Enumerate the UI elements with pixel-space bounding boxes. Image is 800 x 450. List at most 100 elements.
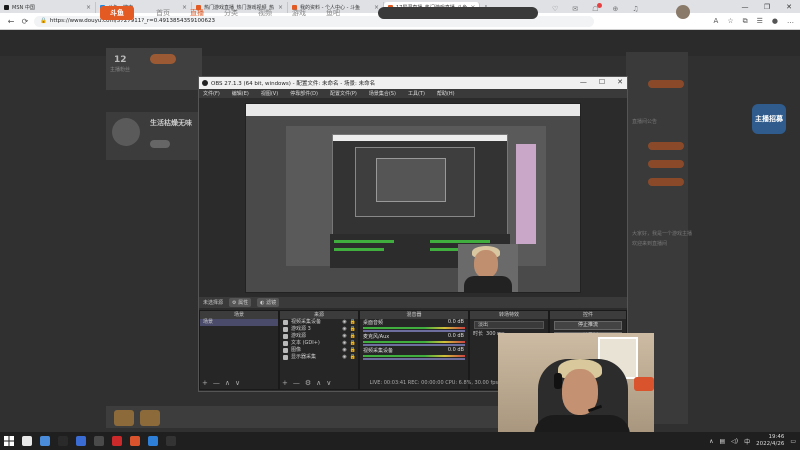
game-logo-icon (634, 377, 654, 391)
source-item[interactable]: 视频采集设备 ◉ 🔒 (280, 319, 358, 326)
properties-button[interactable]: ⚙ 属性 (229, 298, 252, 307)
obs-menu-item[interactable]: 视图(V) (261, 90, 278, 97)
site-nav-item[interactable]: 分类 (224, 8, 238, 18)
streamer-avatar[interactable] (112, 118, 140, 146)
refresh-icon[interactable]: ⟳ (20, 17, 30, 26)
back-icon[interactable]: ← (6, 17, 16, 26)
header-icon-2[interactable]: ✉ (572, 5, 578, 13)
obs-control-button[interactable]: 停止推流 (554, 321, 622, 330)
site-search-input[interactable] (378, 7, 538, 19)
header-icon-3[interactable]: ☖ (592, 3, 603, 13)
source-item[interactable]: 显示器采集 ◉ 🔒 (280, 354, 358, 361)
volume-icon[interactable]: ◁) (731, 438, 738, 445)
lock-icon[interactable]: 🔒 (350, 326, 356, 333)
header-icon-5[interactable]: ♫ (632, 5, 638, 13)
ime-icon[interactable]: 中 (744, 437, 750, 446)
gift-item[interactable] (140, 410, 160, 426)
scene-item[interactable]: 场景 (200, 319, 278, 326)
tab-label: MSN 中国 (12, 5, 35, 11)
profile-icon[interactable]: ● (772, 17, 778, 26)
obs-minimize-button[interactable]: — (580, 78, 587, 86)
volume-slider[interactable] (363, 344, 465, 346)
filters-button[interactable]: ◐ 滤镜 (257, 298, 280, 307)
source-type-icon (283, 348, 288, 353)
obs-menu-item[interactable]: 帮助(H) (437, 90, 455, 97)
taskbar-app-icon[interactable] (126, 432, 144, 450)
transition-select[interactable]: 淡出 (474, 321, 544, 329)
gift-item[interactable] (114, 410, 134, 426)
site-nav-item[interactable]: 游戏 (292, 8, 306, 18)
taskbar-app-icon[interactable] (72, 432, 90, 450)
volume-slider[interactable] (363, 358, 465, 360)
screen: MSN 中国×斗鱼 - 搜索×热门游戏直播_热门游戏视频_热×我的资料 - 个人… (0, 0, 800, 450)
tab-close-icon[interactable]: × (86, 4, 91, 11)
network-icon[interactable]: ▤ (719, 438, 725, 445)
follow-button[interactable] (150, 140, 170, 148)
more-icon[interactable]: … (787, 17, 794, 26)
visibility-eye-icon[interactable]: ◉ (342, 319, 346, 326)
source-item[interactable]: 图像 ◉ 🔒 (280, 347, 358, 354)
obs-maximize-button[interactable]: ☐ (599, 78, 605, 86)
visibility-eye-icon[interactable]: ◉ (342, 326, 346, 333)
tray-chevron-icon[interactable]: ∧ (709, 438, 713, 445)
header-icon-4[interactable]: ⊕ (612, 5, 618, 13)
taskbar-clock[interactable]: 19:46 2022/4/26 (756, 434, 784, 448)
taskbar-app-icon[interactable] (162, 432, 180, 450)
douyu-logo[interactable]: 斗鱼 (100, 6, 134, 20)
close-window-button[interactable]: ✕ (778, 0, 800, 13)
right-panel-button-2[interactable] (648, 142, 684, 150)
obs-menu-item[interactable]: 停靠部件(D) (290, 90, 318, 97)
visibility-eye-icon[interactable]: ◉ (342, 333, 346, 340)
visibility-eye-icon[interactable]: ◉ (342, 354, 346, 361)
site-nav-item[interactable]: 鱼吧 (326, 8, 340, 18)
obs-menu-item[interactable]: 编辑(E) (232, 90, 249, 97)
obs-preview[interactable] (245, 103, 581, 293)
start-button[interactable] (0, 432, 18, 450)
obs-menu-item[interactable]: 工具(T) (408, 90, 425, 97)
lock-icon[interactable]: 🔒 (350, 354, 356, 361)
user-avatar[interactable] (676, 5, 690, 19)
collections-icon[interactable]: ☰ (757, 17, 763, 26)
notification-icon[interactable]: ▭ (790, 438, 796, 445)
recruit-banner[interactable]: 主播招募 (752, 104, 786, 134)
read-aloud-icon[interactable]: A (714, 17, 719, 26)
lock-icon[interactable]: 🔒 (350, 340, 356, 347)
obs-menu-item[interactable]: 文件(F) (203, 90, 220, 97)
visibility-eye-icon[interactable]: ◉ (342, 340, 346, 347)
right-panel-button-1[interactable] (648, 80, 684, 88)
maximize-button[interactable]: ❐ (756, 0, 778, 13)
minimize-button[interactable]: — (734, 0, 756, 13)
extensions-icon[interactable]: ⧉ (743, 17, 748, 26)
right-panel-button-3[interactable] (648, 160, 684, 168)
right-panel-text-2: 欢迎来到直播间 (632, 241, 668, 247)
source-item[interactable]: 游戏源 ◉ 🔒 (280, 333, 358, 340)
lock-icon[interactable]: 🔒 (350, 347, 356, 354)
right-panel-button-4[interactable] (648, 178, 684, 186)
obs-menu-item[interactable]: 配置文件(P) (330, 90, 357, 97)
favorite-icon[interactable]: ☆ (727, 17, 733, 26)
obs-titlebar: OBS 27.1.3 (64 bit, windows) - 配置文件: 未命名… (199, 77, 627, 89)
taskbar-app-icon[interactable] (54, 432, 72, 450)
site-nav-item[interactable]: 首页 (156, 8, 170, 18)
header-icon-1[interactable]: ♡ (552, 5, 558, 13)
visibility-eye-icon[interactable]: ◉ (342, 347, 346, 354)
source-item[interactable]: 文本 (GDI+) ◉ 🔒 (280, 340, 358, 347)
obs-menu-item[interactable]: 场景集合(S) (369, 90, 396, 97)
fan-badge-pill[interactable] (150, 54, 176, 64)
site-nav-item[interactable]: 视频 (258, 8, 272, 18)
taskbar-app-icon[interactable] (144, 432, 162, 450)
source-label: 图像 (291, 347, 302, 353)
volume-slider[interactable] (363, 330, 465, 332)
preview-webcam-inset (458, 244, 518, 292)
lock-icon[interactable]: 🔒 (350, 319, 356, 326)
lock-icon[interactable]: 🔒 (350, 333, 356, 340)
source-item[interactable]: 游戏源 3 ◉ 🔒 (280, 326, 358, 333)
taskbar-app-icon[interactable] (108, 432, 126, 450)
source-label: 视频采集设备 (291, 319, 322, 325)
taskbar-app-icon[interactable] (36, 432, 54, 450)
taskbar-app-icon[interactable] (18, 432, 36, 450)
obs-close-button[interactable]: ✕ (617, 78, 623, 86)
browser-tab[interactable]: MSN 中国 × (0, 2, 96, 13)
site-nav-item[interactable]: 直播 (190, 8, 204, 18)
taskbar-app-icon[interactable] (90, 432, 108, 450)
